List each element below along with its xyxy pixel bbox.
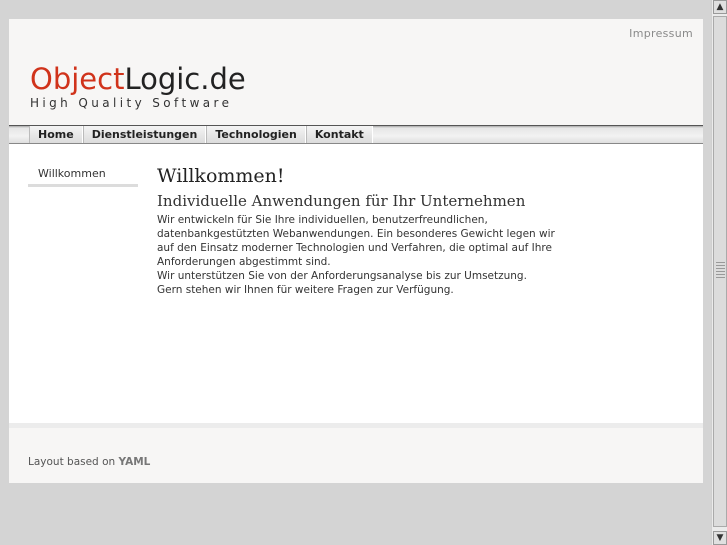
logo-text-accent: Object: [30, 62, 125, 96]
page-subtitle: Individuelle Anwendungen für Ihr Unterne…: [157, 192, 526, 210]
arrow-down-icon[interactable]: ▼: [713, 531, 727, 545]
nav-item-home[interactable]: Home: [29, 126, 83, 143]
page-title: Willkommen!: [157, 165, 285, 187]
yaml-link[interactable]: YAML: [119, 456, 151, 468]
sidebar-item-willkommen[interactable]: Willkommen: [28, 164, 138, 187]
vertical-scrollbar[interactable]: ▲ ▼: [711, 0, 727, 545]
footer: Layout based on YAML: [9, 423, 703, 483]
page-container: Impressum ObjectLogic.de High Quality So…: [9, 19, 703, 483]
nav-item-dienstleistungen[interactable]: Dienstleistungen: [82, 126, 207, 143]
footer-label: Layout based on: [28, 456, 116, 468]
logo-text: ObjectLogic.de: [30, 63, 246, 95]
support-paragraph: Wir unterstützen Sie von der Anforderung…: [157, 270, 527, 282]
logo[interactable]: ObjectLogic.de High Quality Software: [30, 63, 246, 110]
grip-icon: [716, 262, 725, 278]
main-content: Willkommen! Individuelle Anwendungen für…: [157, 163, 567, 297]
arrow-up-icon[interactable]: ▲: [713, 0, 727, 14]
main-nav: Home Dienstleistungen Technologien Konta…: [9, 125, 703, 144]
impressum-link[interactable]: Impressum: [629, 27, 693, 40]
sidebar: Willkommen: [28, 164, 138, 187]
intro-paragraph: Wir entwickeln für Sie Ihre individuelle…: [157, 214, 555, 268]
nav-item-kontakt[interactable]: Kontakt: [305, 126, 373, 143]
contact-paragraph: Gern stehen wir Ihnen für weitere Fragen…: [157, 284, 454, 296]
logo-text-rest: Logic.de: [124, 62, 246, 96]
header: Impressum ObjectLogic.de High Quality So…: [9, 19, 703, 125]
logo-tagline: High Quality Software: [30, 96, 233, 110]
nav-item-technologien[interactable]: Technologien: [206, 126, 306, 143]
top-strip: [0, 0, 711, 8]
footer-text: Layout based on YAML: [28, 456, 150, 468]
scroll-thumb[interactable]: [713, 16, 727, 527]
